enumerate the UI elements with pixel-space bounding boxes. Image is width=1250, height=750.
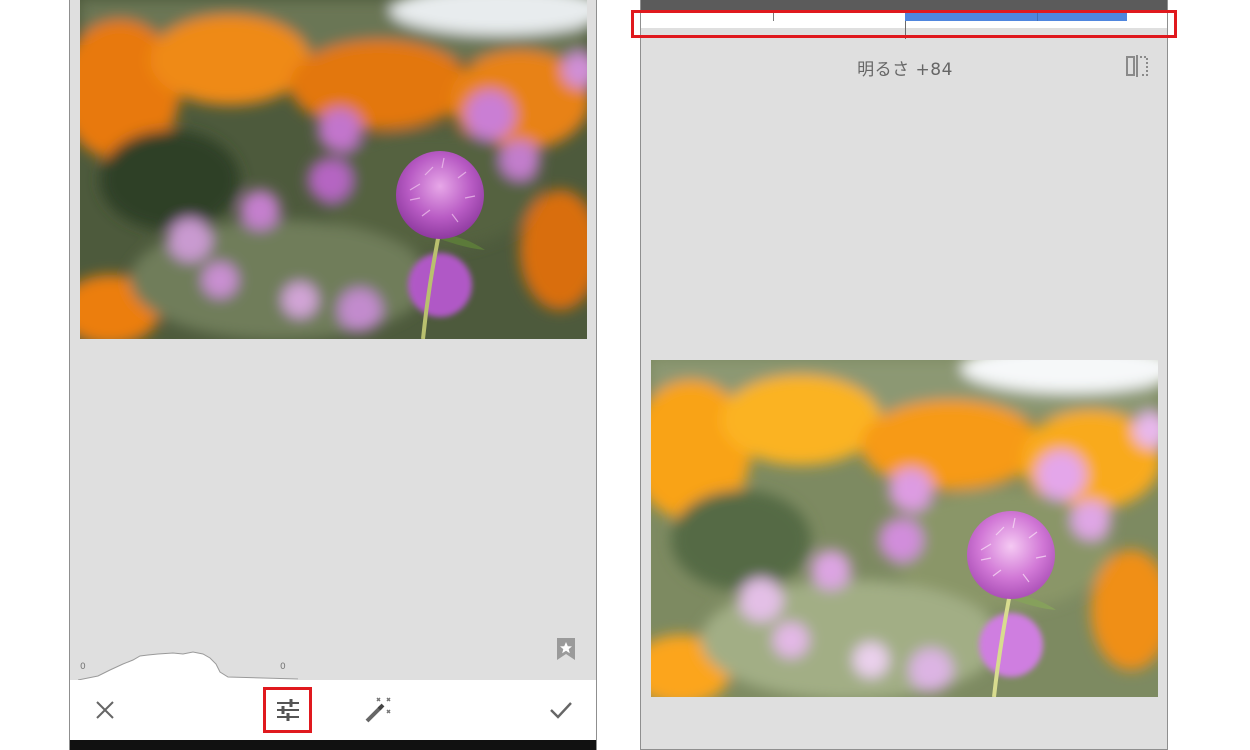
tools-button[interactable]	[263, 687, 312, 733]
slider-highlight-box	[631, 10, 1177, 38]
photo-preview-brightened	[651, 360, 1158, 697]
right-phone-screen: 明るさ +84	[640, 0, 1168, 750]
adjustment-label: 明るさ +84	[857, 60, 953, 80]
system-bar	[70, 740, 596, 750]
histogram-left-marker: 0	[80, 662, 86, 672]
tune-sliders-icon	[276, 699, 299, 721]
split-compare-icon[interactable]	[1125, 55, 1149, 77]
histogram	[78, 651, 298, 680]
bottom-toolbar	[70, 680, 596, 740]
bookmark-star-icon[interactable]	[556, 637, 576, 661]
histogram-right-marker: 0	[280, 662, 286, 672]
left-phone-screen: 0 0	[69, 0, 597, 750]
close-icon[interactable]	[85, 690, 125, 730]
checkmark-icon[interactable]	[541, 690, 581, 730]
photo-preview	[80, 0, 587, 339]
magic-wand-icon[interactable]	[358, 690, 398, 730]
